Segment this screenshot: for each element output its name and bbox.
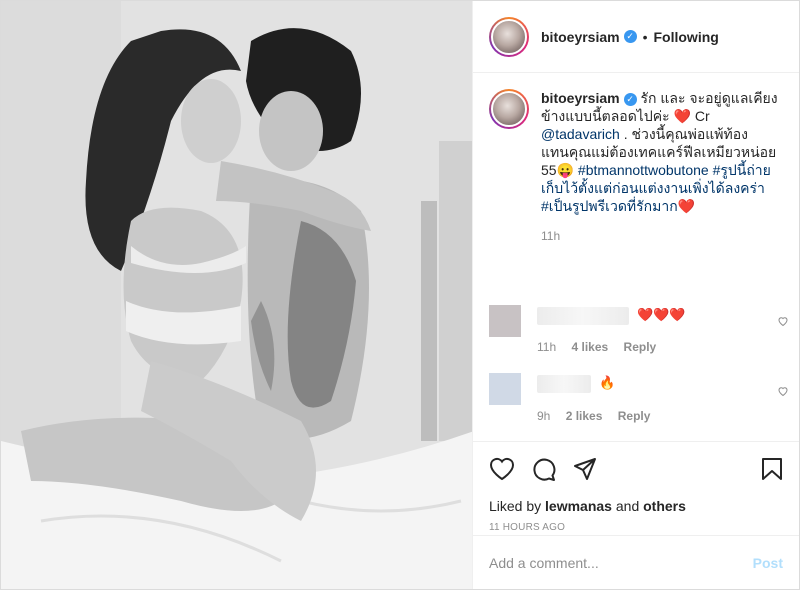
verified-badge-icon: ✓ <box>623 30 637 43</box>
author-username[interactable]: bitoeyrsiam <box>541 29 620 45</box>
avatar-image <box>491 18 527 55</box>
share-send-icon[interactable] <box>573 457 597 481</box>
post-actions: Liked by lewmanas and others 11 HOURS AG… <box>473 441 799 533</box>
separator-dot: • <box>642 28 648 45</box>
reply-button[interactable]: Reply <box>618 409 651 423</box>
comment-time: 11h <box>537 340 557 354</box>
action-icons <box>489 454 783 484</box>
commenter-username-blurred[interactable] <box>537 375 591 393</box>
following-button[interactable]: Following <box>654 29 719 45</box>
comment-likes[interactable]: 4 likes <box>571 340 608 354</box>
caption-username[interactable]: bitoeyrsiam <box>541 90 620 106</box>
verified-badge-icon: ✓ <box>623 92 637 106</box>
caption-text: bitoeyrsiam ✓ รัก และ จะอยู่ดูแลเคียงข้าง… <box>541 89 783 215</box>
liked-by: Liked by lewmanas and others <box>489 498 783 514</box>
liked-and: and <box>611 498 644 514</box>
comment-likes[interactable]: 2 likes <box>566 409 603 423</box>
avatar-image <box>491 91 527 127</box>
comment-like-icon[interactable] <box>777 315 789 330</box>
liked-others-link[interactable]: others <box>643 498 686 514</box>
comment-bubble-icon[interactable] <box>531 456 557 482</box>
hashtag-link[interactable]: #btmannottwobutone <box>578 162 709 178</box>
reply-button[interactable]: Reply <box>624 340 657 354</box>
comment-text: 🔥 <box>599 375 616 390</box>
comment-text: ❤️❤️❤️ <box>637 307 686 322</box>
liked-prefix: Liked by <box>489 498 546 514</box>
post-header: bitoeyrsiam ✓ • Following <box>473 1 799 73</box>
post-comment-button[interactable]: Post <box>753 555 783 571</box>
mention-link[interactable]: @tadavarich <box>541 126 620 142</box>
comment-meta: 9h 2 likes Reply <box>537 409 662 423</box>
comment-item: 🔥 9h 2 likes Reply <box>489 373 789 423</box>
comment-like-icon[interactable] <box>777 385 789 400</box>
caption-avatar[interactable] <box>489 89 529 129</box>
comment-item: ❤️❤️❤️ 11h 4 likes Reply <box>489 305 789 355</box>
commenter-username-blurred[interactable] <box>537 307 629 325</box>
post-timestamp[interactable]: 11 HOURS AGO <box>489 522 783 533</box>
post-sidebar: bitoeyrsiam ✓ • Following bitoeyrsiam ✓ ร… <box>473 1 799 589</box>
post-photo[interactable] <box>1 1 473 589</box>
like-heart-icon[interactable] <box>489 457 515 481</box>
hashtag-link[interactable]: #เป็นรูปพรีเวดที่รักมาก❤️ <box>541 198 695 214</box>
caption: bitoeyrsiam ✓ รัก และ จะอยู่ดูแลเคียงข้าง… <box>473 73 799 215</box>
comment-meta: 11h 4 likes Reply <box>537 340 668 354</box>
bookmark-save-icon[interactable] <box>761 457 783 481</box>
commenter-avatar[interactable] <box>489 305 521 337</box>
comment-input[interactable] <box>489 554 753 571</box>
commenter-avatar[interactable] <box>489 373 521 405</box>
instagram-post: bitoeyrsiam ✓ • Following bitoeyrsiam ✓ ร… <box>0 0 800 590</box>
caption-time: 11h <box>541 229 561 243</box>
add-comment-bar: Post <box>473 535 799 589</box>
author-avatar[interactable] <box>489 16 529 57</box>
comment-time: 9h <box>537 409 551 423</box>
liked-user-link[interactable]: lewmanas <box>545 498 612 514</box>
photo-illustration <box>1 1 472 589</box>
